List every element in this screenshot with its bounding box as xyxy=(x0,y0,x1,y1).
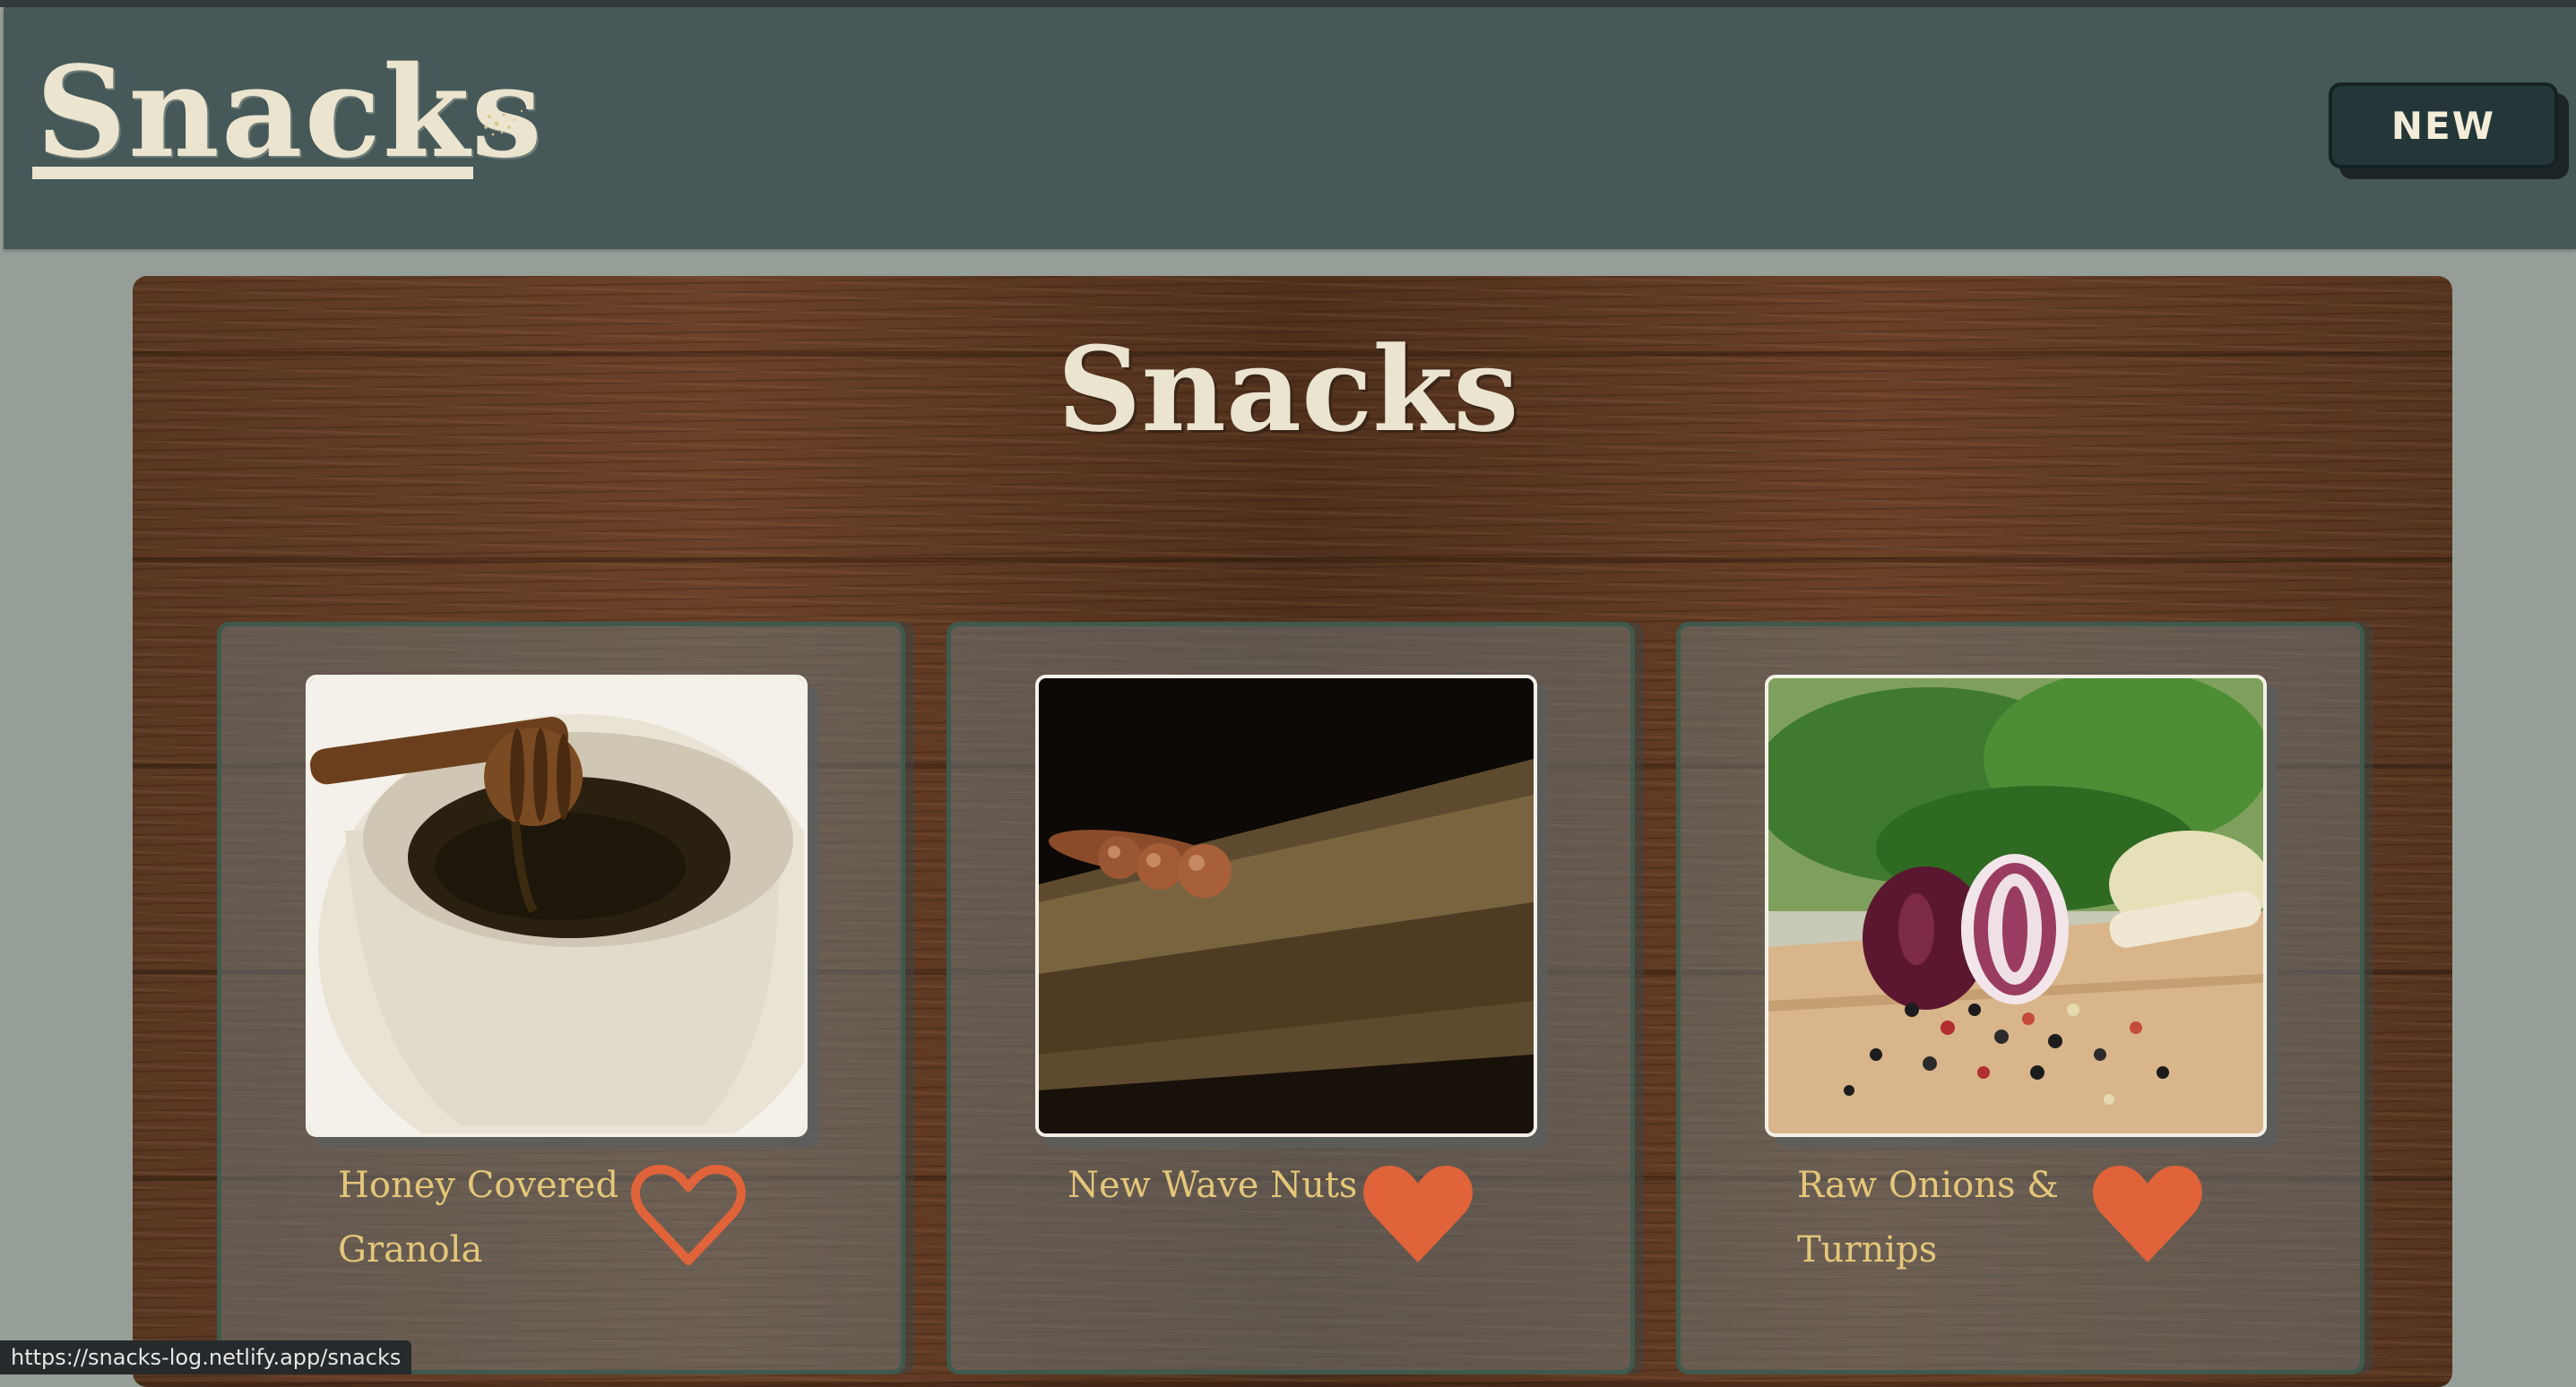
navbar: Snacks NEW xyxy=(4,7,2576,249)
heart-filled-icon[interactable] xyxy=(1360,1162,1476,1270)
snack-card[interactable]: New Wave Nuts xyxy=(947,622,1635,1374)
heart-outline-icon[interactable] xyxy=(630,1162,747,1270)
link-preview-status-bar: https://snacks-log.netlify.app/snacks xyxy=(0,1340,412,1374)
onions-peppercorns-photo xyxy=(1765,675,2267,1137)
snack-card[interactable]: Honey Covered Granola xyxy=(217,622,905,1374)
brand-underline xyxy=(32,167,473,179)
heart-filled-icon[interactable] xyxy=(2089,1162,2206,1270)
brand-link[interactable]: Snacks xyxy=(36,50,544,176)
snack-name: Honey Covered Granola xyxy=(338,1165,619,1271)
nuts-on-wood-photo xyxy=(1035,675,1537,1137)
honey-jar-photo xyxy=(306,675,808,1137)
browser-top-strip xyxy=(0,0,2576,7)
snack-name: Raw Onions & Turnips xyxy=(1797,1165,2059,1271)
snack-name: New Wave Nuts xyxy=(1068,1165,1358,1206)
snack-card[interactable]: Raw Onions & Turnips xyxy=(1676,622,2364,1374)
sparkle-icon xyxy=(484,109,523,136)
board-title: Snacks xyxy=(1057,321,1519,458)
new-snack-button[interactable]: NEW xyxy=(2329,82,2558,168)
